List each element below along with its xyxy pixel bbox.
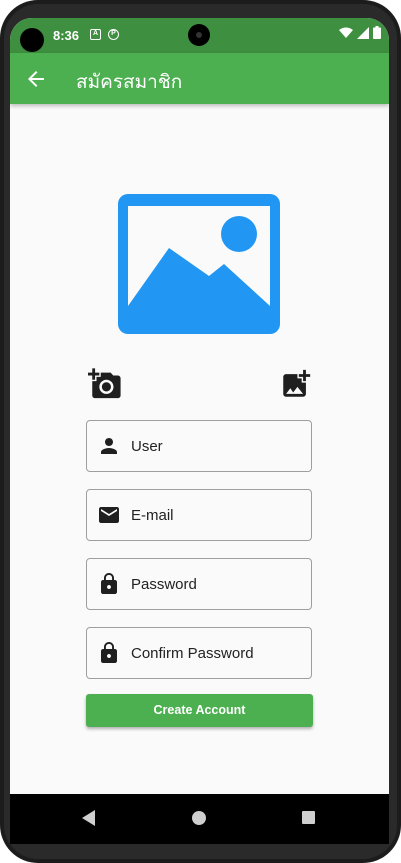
nav-home-icon[interactable] xyxy=(192,811,206,825)
device-frame: 8:36 A P สมัครสมาชิก User E-mail Passwor… xyxy=(0,0,401,863)
user-field[interactable]: User xyxy=(86,420,312,472)
nav-back-icon[interactable] xyxy=(82,810,96,826)
battery-icon xyxy=(373,26,381,39)
confirm-password-field[interactable]: Confirm Password xyxy=(86,627,312,679)
lock-icon xyxy=(101,573,117,594)
app-bar: สมัครสมาชิก xyxy=(10,53,389,104)
nav-recents-icon[interactable] xyxy=(302,811,315,824)
mail-icon xyxy=(99,507,119,523)
add-a-photo-icon[interactable] xyxy=(88,367,122,401)
person-icon xyxy=(101,438,117,454)
phone-screen: 8:36 A P สมัครสมาชิก User E-mail Passwor… xyxy=(10,18,389,844)
confirm-password-field-label: Confirm Password xyxy=(131,645,254,662)
add-photo-alternate-icon[interactable] xyxy=(279,367,313,401)
front-camera xyxy=(188,24,210,46)
email-field-label: E-mail xyxy=(131,507,174,524)
arrow-back-icon[interactable] xyxy=(24,67,48,91)
wifi-icon xyxy=(339,27,353,38)
email-field[interactable]: E-mail xyxy=(86,489,312,541)
cellular-signal-icon xyxy=(357,26,369,39)
notification-icon-a: A xyxy=(90,29,101,40)
password-field-label: Password xyxy=(131,576,197,593)
lock-icon xyxy=(101,642,117,663)
image-placeholder-icon[interactable] xyxy=(118,194,280,334)
notification-icon-p: P xyxy=(108,29,119,40)
system-nav-bar xyxy=(10,794,389,844)
status-bar: 8:36 A P xyxy=(10,18,389,53)
status-time: 8:36 xyxy=(53,28,80,43)
punch-hole-camera xyxy=(20,28,44,52)
create-account-button[interactable]: Create Account xyxy=(86,694,313,727)
status-icons xyxy=(339,26,381,39)
user-field-label: User xyxy=(131,438,163,455)
page-title: สมัครสมาชิก xyxy=(76,72,183,93)
password-field[interactable]: Password xyxy=(86,558,312,610)
